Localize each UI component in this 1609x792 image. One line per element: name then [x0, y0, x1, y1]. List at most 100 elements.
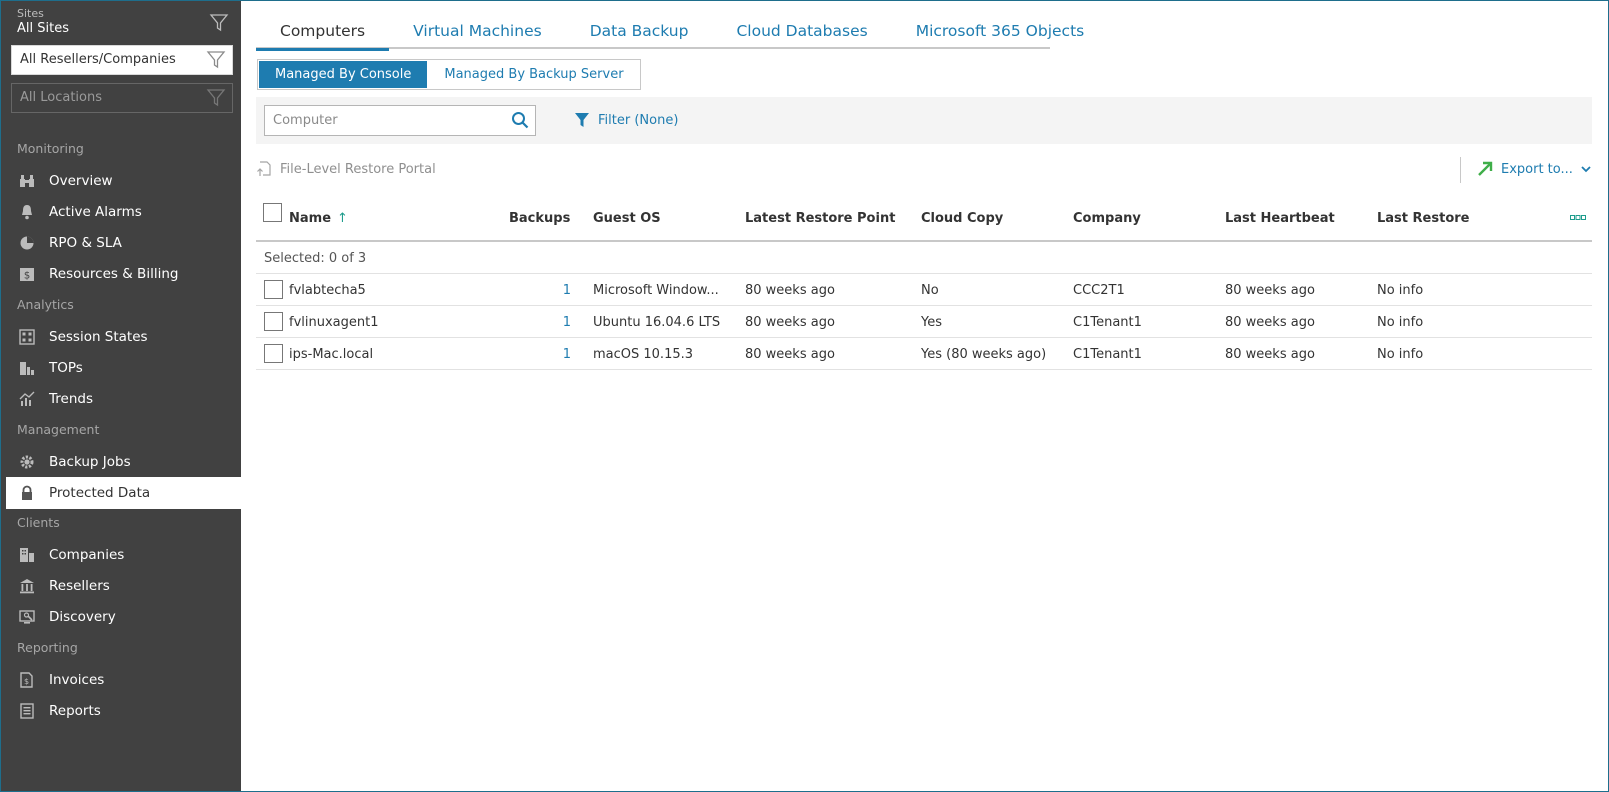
managed-by-backup-server-button[interactable]: Managed By Backup Server — [428, 60, 639, 89]
section-management: Management — [17, 422, 100, 437]
cell-backups[interactable]: 1 — [551, 283, 571, 298]
cell-guest-os: macOS 10.15.3 — [593, 347, 694, 362]
location-filter[interactable]: All Locations — [11, 83, 233, 113]
search-bar: Filter (None) — [256, 97, 1592, 144]
cell-company: C1Tenant1 — [1073, 315, 1142, 330]
table-row[interactable]: fvlabtecha5 1 Microsoft Window... 80 weeks … — [256, 274, 1592, 306]
nav-active-alarms[interactable]: Active Alarms — [1, 196, 241, 228]
cell-last-heartbeat: 80 weeks ago — [1225, 347, 1315, 362]
tab-computers[interactable]: Computers — [256, 13, 390, 51]
funnel-icon — [575, 113, 589, 127]
cell-latest-restore-point: 80 weeks ago — [745, 347, 835, 362]
nav-session-states[interactable]: Session States — [1, 321, 241, 353]
select-all-checkbox[interactable] — [263, 203, 282, 222]
column-header-company[interactable]: Company — [1073, 211, 1141, 226]
nav-protected-data-label: Protected Data — [49, 485, 151, 501]
filter-button[interactable]: Filter (None) — [574, 112, 678, 128]
nav-overview-label: Overview — [49, 173, 113, 189]
section-monitoring: Monitoring — [17, 141, 84, 156]
selection-summary: Selected: 0 of 3 — [256, 242, 1592, 274]
row-checkbox[interactable] — [264, 344, 283, 363]
chevron-down-icon — [1581, 166, 1591, 173]
funnel-icon[interactable] — [206, 50, 226, 70]
sidebar: Sites All Sites All Resellers/Companies … — [1, 1, 242, 791]
cell-company: CCC2T1 — [1073, 283, 1125, 298]
nav-resources-billing[interactable]: $ Resources & Billing — [1, 258, 241, 290]
tab-virtual-machines[interactable]: Virtual Machines — [389, 13, 566, 49]
tab-cloud-databases[interactable]: Cloud Databases — [712, 13, 891, 49]
cell-backups[interactable]: 1 — [551, 347, 571, 362]
binoculars-icon — [18, 172, 36, 190]
nav-protected-data[interactable]: Protected Data — [6, 477, 242, 509]
column-header-guest-os[interactable]: Guest OS — [593, 211, 661, 226]
nav-resources-billing-label: Resources & Billing — [49, 266, 179, 282]
column-header-latest-restore-point[interactable]: Latest Restore Point — [745, 211, 895, 226]
export-label: Export to... — [1501, 161, 1573, 177]
cell-name: fvlinuxagent1 — [289, 315, 379, 330]
funnel-icon — [206, 89, 226, 107]
location-filter-value: All Locations — [20, 90, 103, 105]
export-button[interactable]: Export to... — [1477, 161, 1591, 177]
nav-trends[interactable]: Trends — [1, 383, 241, 415]
reseller-filter[interactable]: All Resellers/Companies — [11, 45, 233, 75]
column-header-cloud-copy[interactable]: Cloud Copy — [921, 211, 1003, 226]
cell-last-restore: No info — [1377, 283, 1424, 298]
search-icon[interactable] — [511, 111, 529, 129]
column-header-name[interactable]: Name ↑ — [289, 211, 348, 226]
column-header-last-restore[interactable]: Last Restore — [1377, 211, 1469, 226]
trends-icon — [18, 390, 36, 408]
tab-bar: Computers Virtual Machines Data Backup C… — [256, 13, 1084, 51]
tab-data-backup[interactable]: Data Backup — [566, 13, 713, 49]
file-level-restore-portal-button[interactable]: File-Level Restore Portal — [256, 161, 436, 177]
cell-latest-restore-point: 80 weeks ago — [745, 315, 835, 330]
nav-overview[interactable]: Overview — [1, 165, 241, 197]
cell-name: ips-Mac.local — [289, 347, 374, 362]
export-arrow-icon — [1478, 161, 1493, 176]
section-clients: Clients — [17, 515, 60, 530]
nav-reports[interactable]: Reports — [1, 695, 241, 727]
nav-backup-jobs-label: Backup Jobs — [49, 454, 131, 470]
nav-resellers-label: Resellers — [49, 578, 110, 594]
toolbar-divider — [1460, 157, 1461, 183]
cell-backups[interactable]: 1 — [551, 315, 571, 330]
nav-active-alarms-label: Active Alarms — [49, 204, 142, 220]
billing-icon: $ — [18, 265, 36, 283]
nav-companies[interactable]: Companies — [1, 539, 241, 571]
table-row[interactable]: fvlinuxagent1 1 Ubuntu 16.04.6 LTS 80 weeks… — [256, 306, 1592, 338]
svg-text:$: $ — [24, 271, 30, 282]
nav-discovery[interactable]: Discovery — [1, 601, 241, 633]
section-analytics: Analytics — [17, 297, 74, 312]
funnel-icon[interactable] — [209, 13, 229, 33]
cell-name: fvlabtecha5 — [289, 283, 366, 298]
cell-company: C1Tenant1 — [1073, 347, 1142, 362]
cell-cloud-copy: No — [921, 283, 939, 298]
nav-invoices[interactable]: $ Invoices — [1, 664, 241, 696]
computers-table: Name ↑ Backups Guest OS Latest Restore Po… — [256, 197, 1592, 370]
row-checkbox[interactable] — [264, 312, 283, 331]
nav-session-states-label: Session States — [49, 329, 148, 345]
site-label: Sites — [17, 7, 44, 20]
column-chooser-icon[interactable] — [1570, 213, 1586, 223]
nav-resellers[interactable]: Resellers — [1, 570, 241, 602]
sort-ascending-icon: ↑ — [337, 211, 348, 226]
nav-tops[interactable]: TOPs — [1, 352, 241, 384]
invoice-icon: $ — [18, 671, 36, 689]
column-header-last-heartbeat[interactable]: Last Heartbeat — [1225, 211, 1335, 226]
row-checkbox[interactable] — [264, 280, 283, 299]
pie-icon — [18, 234, 36, 252]
computer-search-input[interactable] — [264, 105, 536, 136]
cell-cloud-copy: Yes (80 weeks ago) — [921, 347, 1047, 362]
managed-by-console-button[interactable]: Managed By Console — [259, 61, 428, 88]
column-header-backups[interactable]: Backups — [509, 211, 570, 226]
cell-last-restore: No info — [1377, 315, 1424, 330]
nav-backup-jobs[interactable]: Backup Jobs — [1, 446, 241, 478]
management-toggle: Managed By Console Managed By Backup Ser… — [257, 59, 641, 90]
table-row[interactable]: ips-Mac.local 1 macOS 10.15.3 80 weeks ago Y… — [256, 338, 1592, 370]
nav-rpo-sla[interactable]: RPO & SLA — [1, 227, 241, 259]
restore-portal-label: File-Level Restore Portal — [280, 161, 436, 177]
cell-guest-os: Ubuntu 16.04.6 LTS — [593, 315, 721, 330]
nav-trends-label: Trends — [49, 391, 93, 407]
site-selector[interactable]: Sites All Sites — [11, 7, 233, 41]
cell-last-heartbeat: 80 weeks ago — [1225, 283, 1315, 298]
tab-microsoft-365-objects[interactable]: Microsoft 365 Objects — [892, 13, 1109, 49]
